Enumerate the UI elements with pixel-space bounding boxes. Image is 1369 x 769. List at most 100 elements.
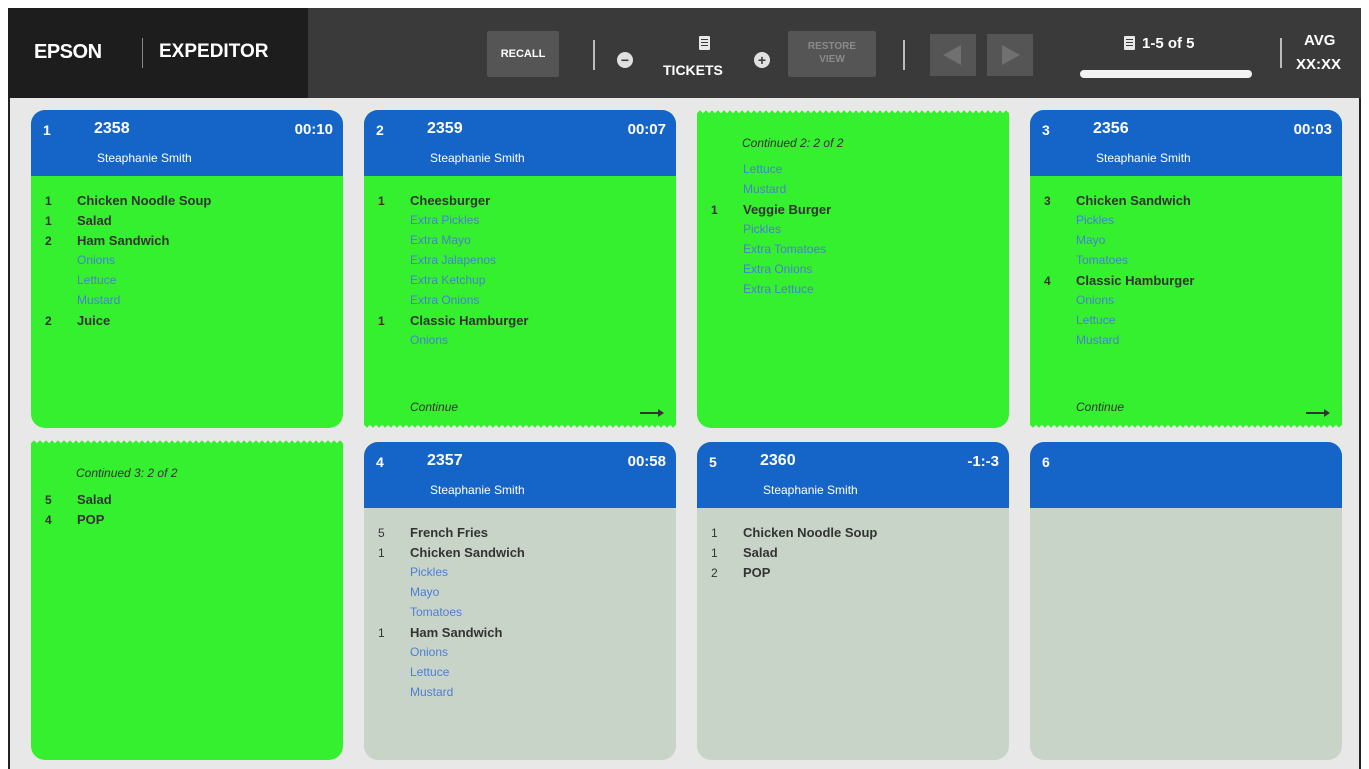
- item-modifier: Pickles: [743, 222, 782, 236]
- ticket-items: 3 Chicken Sandwich Pickles Mayo Tomatoes …: [1030, 176, 1342, 351]
- item-modifier: Extra Onions: [743, 262, 813, 276]
- item-modifier: Extra Ketchup: [410, 273, 486, 287]
- previous-page-button[interactable]: [930, 34, 976, 76]
- item-name: Salad: [743, 545, 778, 560]
- ticket-timer: 00:03: [1293, 121, 1332, 138]
- ticket-card[interactable]: 2 2359 00:07 Steaphanie Smith 1 Cheesburg…: [364, 110, 676, 428]
- decrease-tickets-button[interactable]: −: [617, 52, 633, 68]
- item-quantity: 2: [45, 234, 52, 248]
- ticket-card-continued[interactable]: Continued 3: 2 of 2 5 Salad 4 POP: [31, 440, 343, 760]
- item-modifier: Mustard: [410, 685, 454, 699]
- arrow-right-icon: [1002, 45, 1020, 65]
- item-modifier: Mayo: [410, 585, 440, 599]
- increase-tickets-button[interactable]: +: [754, 52, 770, 68]
- tickets-label: TICKETS: [663, 62, 723, 78]
- order-item: 2 Juice: [31, 311, 343, 331]
- ticket-position: 4: [376, 454, 384, 470]
- app-title: EXPEDITOR: [159, 41, 269, 62]
- ticket-items: 1 Cheesburger Extra Pickles Extra Mayo Ex…: [364, 176, 676, 351]
- ticket-position: 6: [1042, 454, 1050, 470]
- item-quantity: 5: [45, 493, 52, 507]
- item-modifier: Onions: [77, 253, 116, 267]
- ticket-card[interactable]: 4 2357 00:58 Steaphanie Smith 5 French Fr…: [364, 442, 676, 760]
- item-modifier: Extra Jalapenos: [410, 253, 497, 267]
- item-quantity: 1: [378, 626, 385, 640]
- order-item: 3 Chicken Sandwich: [1030, 191, 1342, 211]
- continue-label: Continue: [410, 400, 459, 414]
- ticket-position: 5: [709, 454, 717, 470]
- item-name: Veggie Burger: [743, 202, 832, 217]
- order-item: 2 Ham Sandwich: [31, 231, 343, 251]
- order-item: 2 POP: [697, 563, 1009, 583]
- page-indicator: 1-5 of 5: [1142, 35, 1195, 52]
- item-modifier: Lettuce: [1076, 313, 1116, 327]
- item-modifier: Mustard: [743, 182, 787, 196]
- next-page-button[interactable]: [987, 34, 1033, 76]
- item-modifier: Tomatoes: [1076, 253, 1129, 267]
- server-name: Steaphanie Smith: [430, 151, 525, 165]
- ticket-timer: 00:07: [627, 121, 666, 138]
- item-modifier: Mayo: [1076, 233, 1106, 247]
- item-name: Chicken Noodle Soup: [743, 525, 878, 540]
- ticket-timer: 00:58: [627, 453, 666, 470]
- ticket-header: 4 2357 00:58 Steaphanie Smith: [364, 442, 676, 508]
- recall-button[interactable]: RECALL: [487, 31, 559, 77]
- server-name: Steaphanie Smith: [430, 483, 525, 497]
- item-name: POP: [743, 565, 771, 580]
- item-modifier: Mustard: [1076, 333, 1120, 347]
- item-name: Salad: [77, 213, 112, 228]
- ticket-card[interactable]: 1 2358 00:10 Steaphanie Smith 1 Chicken N…: [31, 110, 343, 428]
- order-item: 1 Chicken Noodle Soup: [31, 191, 343, 211]
- item-quantity: 4: [1044, 274, 1051, 288]
- ticket-items: 1 Chicken Noodle Soup 1 Salad 2 Ham Sandwic…: [31, 176, 343, 331]
- divider: [903, 40, 905, 70]
- item-quantity: 2: [45, 314, 52, 328]
- order-item: 1 Veggie Burger: [697, 200, 1009, 220]
- item-modifier: Extra Lettuce: [743, 282, 814, 296]
- order-item: 1 Salad: [697, 543, 1009, 563]
- tear-edge: [31, 440, 343, 445]
- order-item: 1 Ham Sandwich: [364, 623, 676, 643]
- item-name: Chicken Sandwich: [410, 545, 525, 560]
- avg-value: XX:XX: [1296, 56, 1342, 73]
- ticket-card[interactable]: 5 2360 -1:-3 Steaphanie Smith 1 Chicken N…: [697, 442, 1009, 760]
- item-modifier: Pickles: [1076, 213, 1115, 227]
- ticket-icon: [699, 36, 710, 50]
- item-quantity: 1: [378, 194, 385, 208]
- divider: [1280, 38, 1282, 68]
- ticket-position: 2: [376, 122, 384, 138]
- ticket-items: 1 Chicken Noodle Soup 1 Salad 2 POP: [697, 508, 1009, 583]
- ticket-slot-empty[interactable]: 6: [1030, 442, 1342, 760]
- server-name: Steaphanie Smith: [763, 483, 858, 497]
- arrow-left-icon: [943, 45, 961, 65]
- item-quantity: 1: [378, 546, 385, 560]
- item-modifier: Extra Pickles: [410, 213, 480, 227]
- ticket-card[interactable]: 3 2356 00:03 Steaphanie Smith 3 Chicken S…: [1030, 110, 1342, 428]
- item-modifier: Lettuce: [743, 162, 783, 176]
- continue-label: Continue: [1076, 400, 1125, 414]
- ticket-header: 2 2359 00:07 Steaphanie Smith: [364, 110, 676, 176]
- arrow-right-icon: [640, 409, 664, 417]
- ticket-card-continued[interactable]: Continued 2: 2 of 2 Lettuce Mustard 1 Veg…: [697, 110, 1009, 428]
- ticket-items: 5 Salad 4 POP: [31, 440, 343, 530]
- ticket-items: 5 French Fries 1 Chicken Sandwich Pickles …: [364, 508, 676, 703]
- order-item: 5 French Fries: [364, 523, 676, 543]
- continued-label: Continued 2: 2 of 2: [742, 136, 844, 150]
- ticket-header: 1 2358 00:10 Steaphanie Smith: [31, 110, 343, 176]
- ticket-position: 3: [1042, 122, 1050, 138]
- restore-view-button[interactable]: RESTORE VIEW: [788, 31, 876, 77]
- item-modifier: Mustard: [77, 293, 121, 307]
- ticket-header: 6: [1030, 442, 1342, 508]
- item-modifier: Lettuce: [410, 665, 450, 679]
- item-quantity: 5: [378, 526, 385, 540]
- item-quantity: 4: [45, 513, 52, 527]
- item-quantity: 1: [45, 194, 52, 208]
- top-bar: EPSON EXPEDITOR RECALL − TICKETS + RESTO…: [8, 8, 1361, 98]
- item-modifier: Onions: [410, 645, 449, 659]
- item-quantity: 1: [711, 526, 718, 540]
- item-name: POP: [77, 512, 105, 527]
- ticket-timer: 00:10: [294, 121, 333, 138]
- item-modifier: Extra Onions: [410, 293, 480, 307]
- order-item: 1 Chicken Sandwich: [364, 543, 676, 563]
- item-name: Salad: [77, 492, 112, 507]
